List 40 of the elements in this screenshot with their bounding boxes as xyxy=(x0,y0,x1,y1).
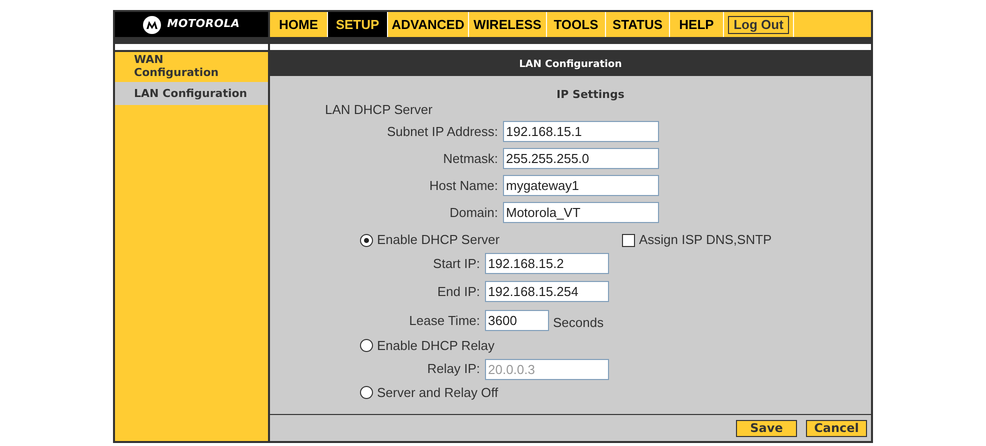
radio-label: Enable DHCP Relay xyxy=(377,336,496,355)
nav-tab[interactable]: TOOLS xyxy=(547,12,606,37)
radio-label: Server and Relay Off xyxy=(377,384,500,402)
nav-tab[interactable]: HOME xyxy=(270,12,328,37)
radio-label: Enable DHCP Server xyxy=(377,231,501,250)
field-label: Domain: xyxy=(448,204,499,222)
nav-tab[interactable]: WIRELESS xyxy=(469,12,547,37)
field-label: Relay IP: xyxy=(426,360,481,378)
input-field[interactable]: 3600 xyxy=(485,310,549,332)
action-button[interactable]: Cancel xyxy=(806,420,867,436)
input-field[interactable]: 192.168.15.2 xyxy=(485,253,609,274)
input-field[interactable]: 255.255.255.0 xyxy=(503,148,659,169)
logo-icon xyxy=(143,16,162,34)
field-label: Lease Time: xyxy=(408,312,481,330)
input-field[interactable]: 192.168.15.254 xyxy=(485,281,609,302)
unit-label: Seconds xyxy=(553,314,604,332)
logo: MOTOROLA xyxy=(115,12,270,37)
checkbox-label: Assign ISP DNS,SNTP xyxy=(639,231,772,250)
section-heading: IP Settings xyxy=(556,88,624,102)
panel-title: LAN Configuration xyxy=(270,52,871,76)
group-label: LAN DHCP Server xyxy=(325,102,434,118)
radio-button[interactable] xyxy=(360,386,373,399)
nav-tab[interactable]: SETUP xyxy=(328,12,388,37)
radio-button[interactable] xyxy=(360,234,373,246)
input-field[interactable]: 192.168.15.1 xyxy=(503,121,659,142)
input-field[interactable]: Motorola_VT xyxy=(503,202,659,223)
field-label: Subnet IP Address: xyxy=(386,122,499,141)
radio-button[interactable] xyxy=(360,339,373,352)
field-label: Start IP: xyxy=(432,254,481,273)
action-button[interactable]: Save xyxy=(736,420,797,436)
input-field[interactable]: mygateway1 xyxy=(503,175,659,196)
nav-tab[interactable]: STATUS xyxy=(606,12,670,37)
logout-button[interactable]: Log Out xyxy=(728,16,790,34)
nav-tab[interactable]: HELP xyxy=(670,12,724,37)
nav-tab[interactable]: ADVANCED xyxy=(388,12,469,37)
sidebar-item[interactable]: LAN Configuration xyxy=(115,82,268,105)
field-label: Netmask: xyxy=(442,150,499,168)
field-label: Host Name: xyxy=(428,176,499,195)
field-label: End IP: xyxy=(436,282,481,301)
checkbox[interactable] xyxy=(622,234,635,246)
